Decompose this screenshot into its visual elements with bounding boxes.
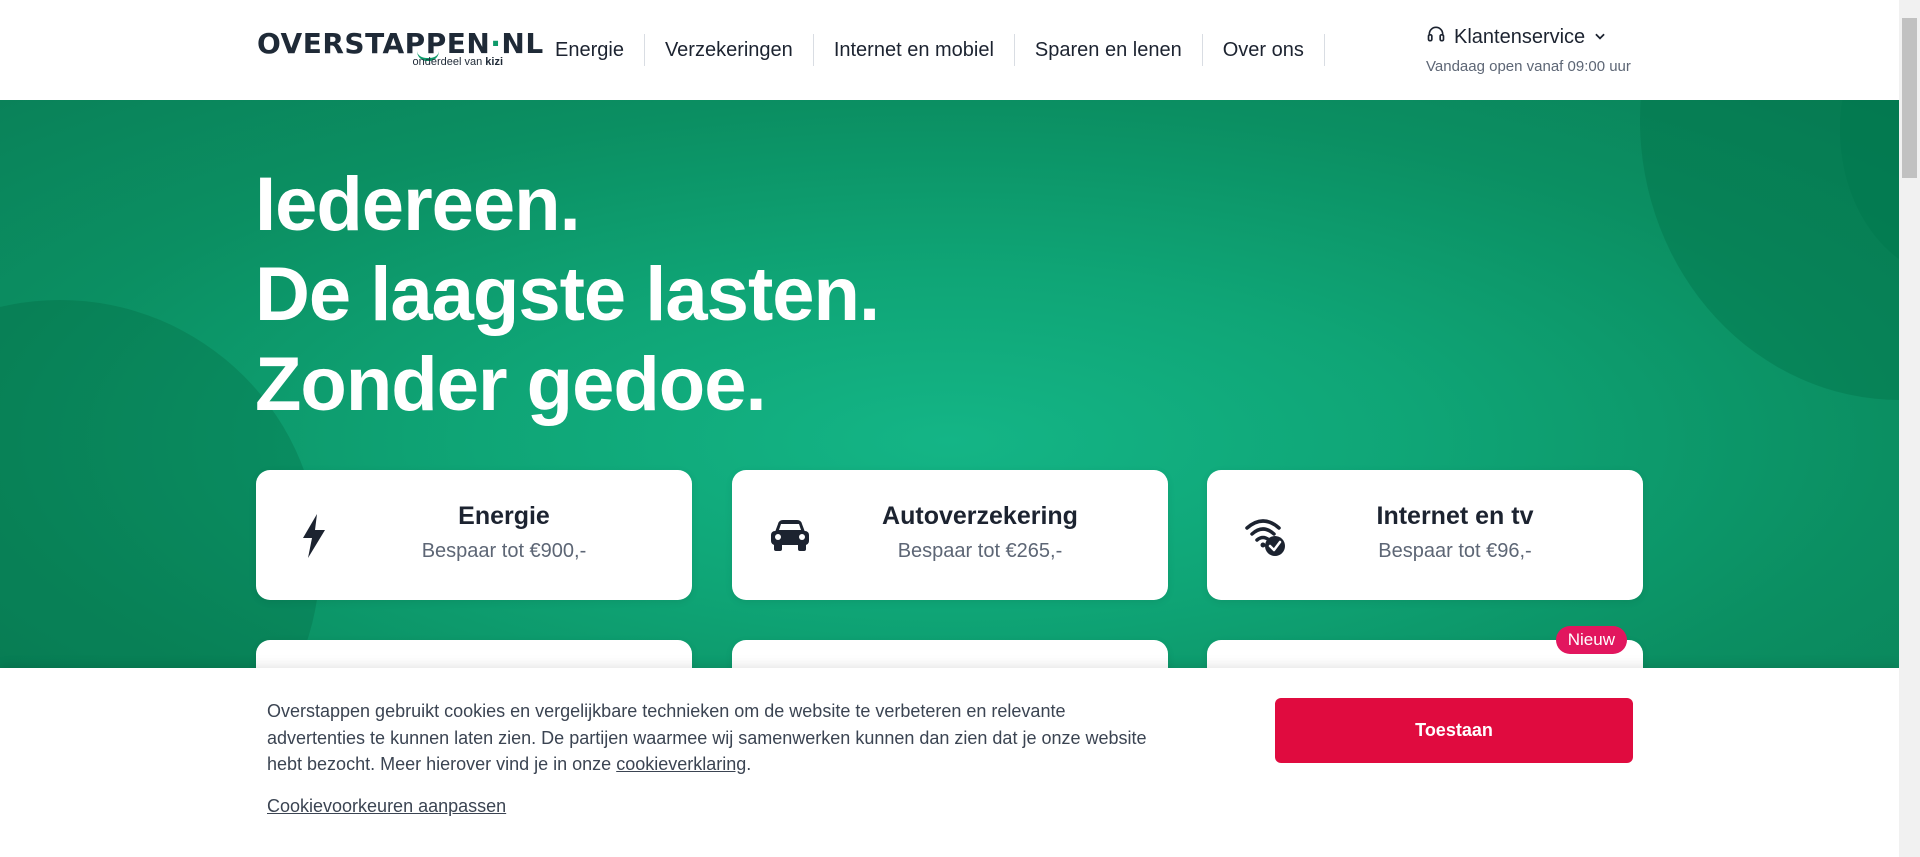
hero-section: Iedereen. De laagste lasten. Zonder gedo… <box>0 100 1899 668</box>
hero-line: De laagste lasten. <box>255 252 880 337</box>
accept-cookies-button[interactable]: Toestaan <box>1275 698 1633 763</box>
card-title: Energie <box>458 502 550 530</box>
site-header: OVERSTAPPEN·NL onderdeel van kizi Energi… <box>0 0 1899 100</box>
customer-service-dropdown[interactable]: Klantenservice <box>1426 24 1656 50</box>
card-row2-1[interactable] <box>256 640 692 668</box>
scrollbar[interactable] <box>1899 0 1920 857</box>
nav-item-energie[interactable]: Energie <box>535 34 645 66</box>
nav-item-sparen-en-lenen[interactable]: Sparen en lenen <box>1015 34 1203 66</box>
opening-hours: Vandaag open vanaf 09:00 uur <box>1426 58 1631 75</box>
cookie-message: Overstappen gebruikt cookies en vergelij… <box>267 701 1147 774</box>
main-nav: Energie Verzekeringen Internet en mobiel… <box>535 30 1325 70</box>
cookie-preferences-link[interactable]: Cookievoorkeuren aanpassen <box>267 796 506 817</box>
card-title: Internet en tv <box>1376 502 1534 530</box>
card-row2-3[interactable]: Nieuw <box>1207 626 1643 668</box>
nav-item-internet-en-mobiel[interactable]: Internet en mobiel <box>814 34 1015 66</box>
card-autoverzekering[interactable]: Autoverzekering Bespaar tot €265,- <box>732 470 1168 600</box>
headset-icon <box>1426 24 1446 50</box>
card-internet-en-tv[interactable]: Internet en tv Bespaar tot €96,- <box>1207 470 1643 600</box>
chevron-down-icon <box>1593 26 1607 49</box>
logo[interactable]: OVERSTAPPEN·NL onderdeel van kizi <box>257 29 543 71</box>
hero-line: Zonder gedoe. <box>255 342 767 427</box>
hero-headline: Iedereen. De laagste lasten. Zonder gedo… <box>255 160 880 430</box>
card-energie[interactable]: Energie Bespaar tot €900,- <box>256 470 692 600</box>
logo-wordmark: OVERSTAPPEN·NL <box>257 27 544 60</box>
cookie-banner: Overstappen gebruikt cookies en vergelij… <box>0 668 1899 857</box>
customer-service-label: Klantenservice <box>1454 25 1586 48</box>
nav-item-verzekeringen[interactable]: Verzekeringen <box>645 34 814 66</box>
card-subtitle: Bespaar tot €900,- <box>421 540 587 562</box>
customer-service: Klantenservice Vandaag open vanaf 09:00 … <box>1426 24 1656 76</box>
hero-line: Iedereen. <box>255 162 581 247</box>
nav-item-over-ons[interactable]: Over ons <box>1203 34 1325 66</box>
card-row2-2[interactable] <box>732 640 1168 668</box>
card-subtitle: Bespaar tot €265,- <box>897 540 1063 562</box>
cookie-policy-link[interactable]: cookieverklaring <box>616 754 746 774</box>
card-title: Autoverzekering <box>882 502 1078 530</box>
logo-subtitle: onderdeel van kizi <box>412 56 503 68</box>
scrollbar-thumb[interactable] <box>1902 18 1917 178</box>
new-badge: Nieuw <box>1555 626 1627 654</box>
card-subtitle: Bespaar tot €96,- <box>1378 540 1532 562</box>
